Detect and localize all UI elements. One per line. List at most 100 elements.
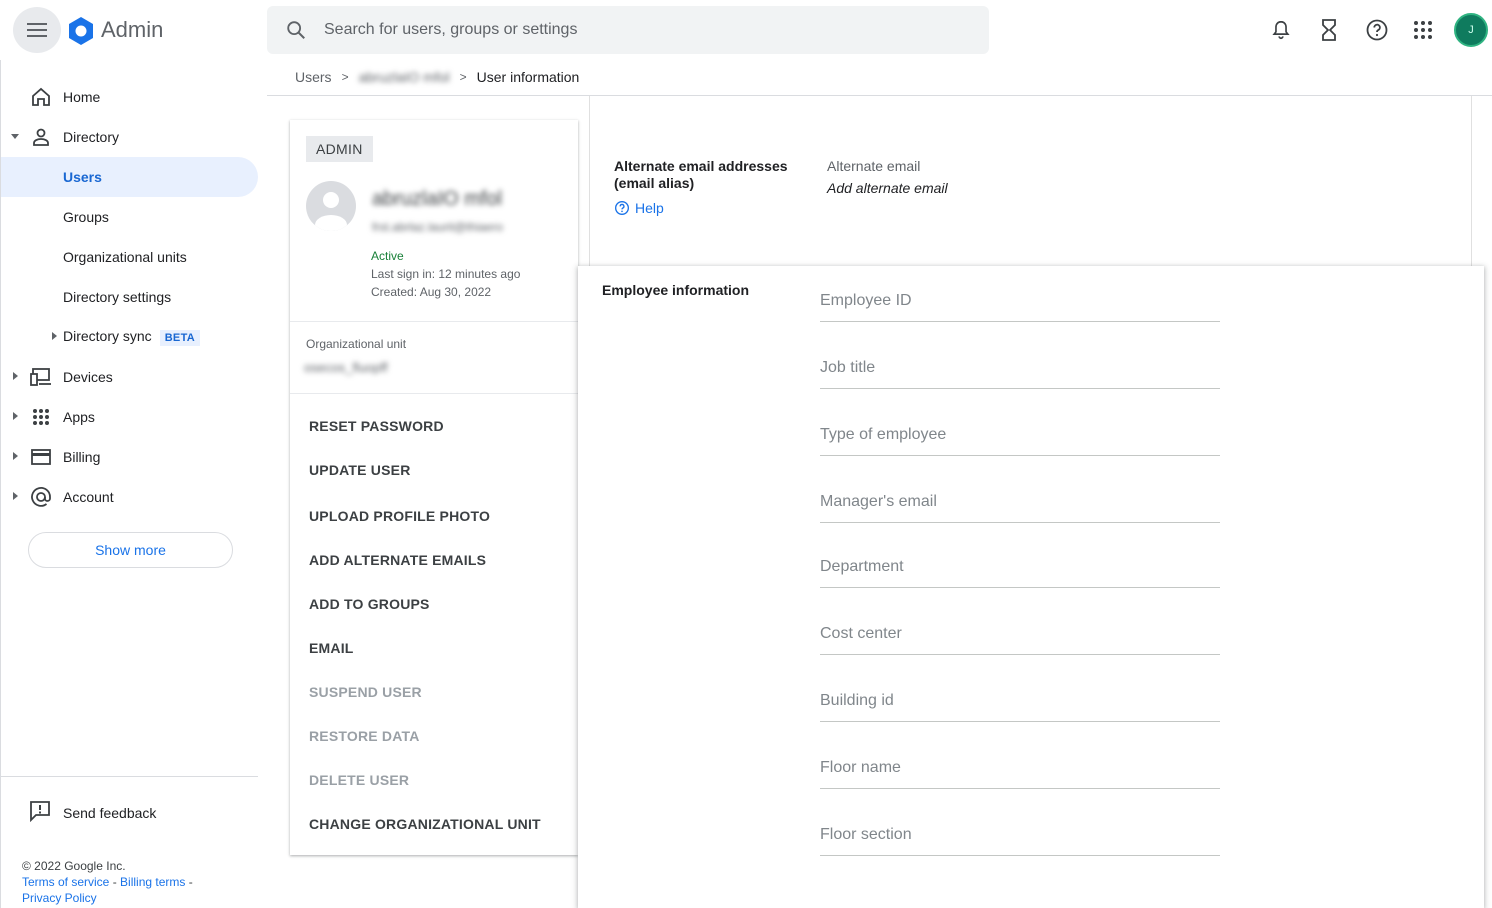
search-bar[interactable] xyxy=(267,6,989,54)
billing-card-icon xyxy=(29,445,53,469)
department-field[interactable] xyxy=(820,552,1220,588)
user-avatar[interactable] xyxy=(306,181,356,231)
menu-button[interactable] xyxy=(13,7,61,53)
sidebar-item-organizational-units[interactable]: Organizational units xyxy=(1,237,258,277)
employee-id-field[interactable] xyxy=(820,286,1220,322)
privacy-policy-link[interactable]: Privacy Policy xyxy=(22,891,97,905)
floor-section-field[interactable] xyxy=(820,820,1220,856)
sidebar-item-directory-sync[interactable]: Directory sync BETA xyxy=(1,317,258,357)
sidebar-item-label: Directory settings xyxy=(63,289,172,305)
employee-type-field[interactable] xyxy=(820,420,1220,456)
card-divider xyxy=(290,321,578,322)
help-link[interactable]: Help xyxy=(614,200,664,216)
building-id-input[interactable] xyxy=(820,686,1220,716)
upload-profile-photo-button[interactable]: UPLOAD PROFILE PHOTO xyxy=(309,508,490,524)
email-button[interactable]: EMAIL xyxy=(309,640,354,656)
notifications-button[interactable] xyxy=(1268,16,1294,44)
job-title-field[interactable] xyxy=(820,353,1220,389)
caret-right-icon[interactable] xyxy=(10,491,20,501)
user-email: frst.abrlaz.laurit@thiaero xyxy=(372,220,503,234)
created-date: Created: Aug 30, 2022 xyxy=(371,285,492,299)
at-sign-icon xyxy=(29,485,53,509)
sidebar-item-account[interactable]: Account xyxy=(1,477,258,517)
terms-of-service-link[interactable]: Terms of service xyxy=(22,875,109,889)
employee-id-input[interactable] xyxy=(820,286,1220,316)
sidebar-item-label: Apps xyxy=(63,409,95,425)
copyright: © 2022 Google Inc. xyxy=(22,859,126,873)
chevron-right-icon: > xyxy=(341,70,349,84)
app-title[interactable]: Admin xyxy=(101,17,163,43)
add-to-groups-button[interactable]: ADD TO GROUPS xyxy=(309,596,430,612)
sidebar-item-label: Groups xyxy=(63,209,109,225)
sidebar-item-directory-settings[interactable]: Directory settings xyxy=(1,277,258,317)
user-name: abruzlaIO mfol xyxy=(372,188,503,210)
breadcrumb: Users > abruzlaIO mfol > User informatio… xyxy=(295,69,579,85)
person-icon xyxy=(29,125,53,149)
account-avatar[interactable]: J xyxy=(1454,13,1488,47)
caret-right-icon[interactable] xyxy=(10,451,20,461)
job-title-input[interactable] xyxy=(820,353,1220,383)
devices-icon xyxy=(29,365,53,389)
sidebar-item-apps[interactable]: Apps xyxy=(1,397,258,437)
top-bar: Admin J xyxy=(0,0,1492,60)
ou-label: Organizational unit xyxy=(306,337,407,351)
footer: © 2022 Google Inc. Terms of service - Bi… xyxy=(22,858,222,906)
last-sign-in: Last sign in: 12 minutes ago xyxy=(371,267,521,281)
breadcrumb-users[interactable]: Users xyxy=(295,69,332,85)
search-input[interactable] xyxy=(324,18,964,42)
caret-right-icon[interactable] xyxy=(49,331,59,341)
tasks-button[interactable] xyxy=(1316,16,1342,44)
user-card: ADMIN abruzlaIO mfol frst.abrlaz.laurit@… xyxy=(290,120,578,855)
manager-email-input[interactable] xyxy=(820,487,1220,517)
chevron-right-icon: > xyxy=(459,70,467,84)
sidebar-divider xyxy=(1,776,258,777)
change-organizational-unit-button[interactable]: CHANGE ORGANIZATIONAL UNIT xyxy=(309,816,541,832)
sidebar-item-devices[interactable]: Devices xyxy=(1,357,258,397)
add-alternate-email-link[interactable]: Add alternate email xyxy=(827,180,948,196)
floor-name-input[interactable] xyxy=(820,753,1220,783)
caret-down-icon[interactable] xyxy=(10,131,20,141)
sidebar-item-home[interactable]: Home xyxy=(1,77,258,117)
role-chip: ADMIN xyxy=(306,136,373,162)
sidebar: Home Directory Users Groups Organization… xyxy=(0,60,258,908)
admin-logo-icon[interactable] xyxy=(66,16,96,46)
directory-sync-label: Directory sync xyxy=(63,328,152,344)
department-input[interactable] xyxy=(820,552,1220,582)
alternate-email-label: Alternate email xyxy=(827,158,921,174)
show-more-button[interactable]: Show more xyxy=(28,532,233,568)
building-id-field[interactable] xyxy=(820,686,1220,722)
floor-name-field[interactable] xyxy=(820,753,1220,789)
sidebar-item-users[interactable]: Users xyxy=(1,157,258,197)
update-user-button[interactable]: UPDATE USER xyxy=(309,462,411,478)
sidebar-item-billing[interactable]: Billing xyxy=(1,437,258,477)
breadcrumb-user[interactable]: abruzlaIO mfol xyxy=(359,69,450,85)
apps-launcher-button[interactable] xyxy=(1410,16,1436,44)
sidebar-item-label: Home xyxy=(63,89,101,105)
floor-section-input[interactable] xyxy=(820,820,1220,850)
apps-icon xyxy=(29,405,53,429)
beta-badge: BETA xyxy=(159,330,201,346)
sidebar-item-label: Billing xyxy=(63,449,101,465)
cost-center-input[interactable] xyxy=(820,619,1220,649)
reset-password-button[interactable]: RESET PASSWORD xyxy=(309,418,444,434)
employee-information-panel: Employee information xyxy=(578,266,1484,908)
sidebar-item-label: Devices xyxy=(63,369,113,385)
cost-center-field[interactable] xyxy=(820,619,1220,655)
footer-separator: - xyxy=(185,875,193,889)
search-icon[interactable] xyxy=(285,19,307,41)
help-button[interactable] xyxy=(1364,16,1390,44)
caret-right-icon[interactable] xyxy=(10,411,20,421)
footer-separator: - xyxy=(109,875,121,889)
manager-email-field[interactable] xyxy=(820,487,1220,523)
send-feedback-button[interactable]: Send feedback xyxy=(29,800,156,825)
employee-type-input[interactable] xyxy=(820,420,1220,450)
sidebar-item-directory[interactable]: Directory xyxy=(1,117,258,157)
caret-right-icon[interactable] xyxy=(10,371,20,381)
billing-terms-link[interactable]: Billing terms xyxy=(120,875,185,889)
menu-icon xyxy=(27,23,47,37)
sidebar-item-groups[interactable]: Groups xyxy=(1,197,258,237)
help-label: Help xyxy=(635,200,664,216)
person-silhouette-icon xyxy=(315,192,347,231)
sidebar-item-label: Account xyxy=(63,489,114,505)
add-alternate-emails-button[interactable]: ADD ALTERNATE EMAILS xyxy=(309,552,486,568)
